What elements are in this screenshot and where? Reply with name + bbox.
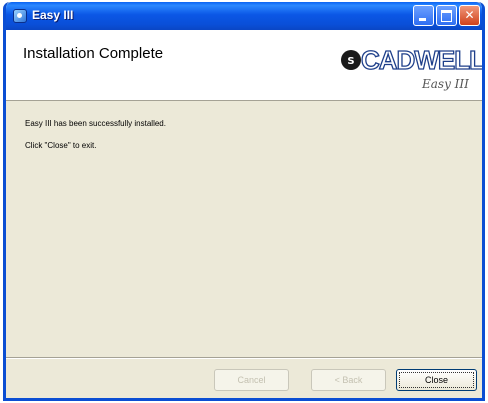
app-icon <box>13 9 27 23</box>
maximize-button[interactable] <box>436 5 457 26</box>
cancel-button[interactable]: Cancel <box>214 369 289 391</box>
close-icon: ✕ <box>464 8 475 22</box>
back-button[interactable]: < Back <box>311 369 386 391</box>
minimize-icon <box>419 18 426 21</box>
title-bar[interactable]: Easy III ✕ <box>6 2 482 30</box>
page-title: Installation Complete <box>23 45 164 62</box>
exit-instruction: Click "Close" to exit. <box>25 141 97 150</box>
minimize-button[interactable] <box>413 5 434 26</box>
content-area: Easy III has been successfully installed… <box>6 101 482 361</box>
header-banner: Installation Complete S CADWELL Easy III <box>6 30 482 101</box>
svg-text:S: S <box>347 56 354 67</box>
cadwell-logo: S CADWELL Easy III <box>341 44 482 91</box>
close-window-button[interactable]: ✕ <box>459 5 480 26</box>
window-title: Easy III <box>32 8 74 22</box>
installer-window: Easy III ✕ Installation Complete S CADWE… <box>3 2 485 401</box>
success-message: Easy III has been successfully installed… <box>25 119 166 128</box>
logo-wordmark: CADWELL <box>361 45 482 75</box>
close-button[interactable]: Close <box>396 369 477 391</box>
button-bar: Cancel < Back Close <box>6 357 482 398</box>
maximize-icon <box>441 10 452 22</box>
logo-script: Easy III <box>421 77 469 91</box>
